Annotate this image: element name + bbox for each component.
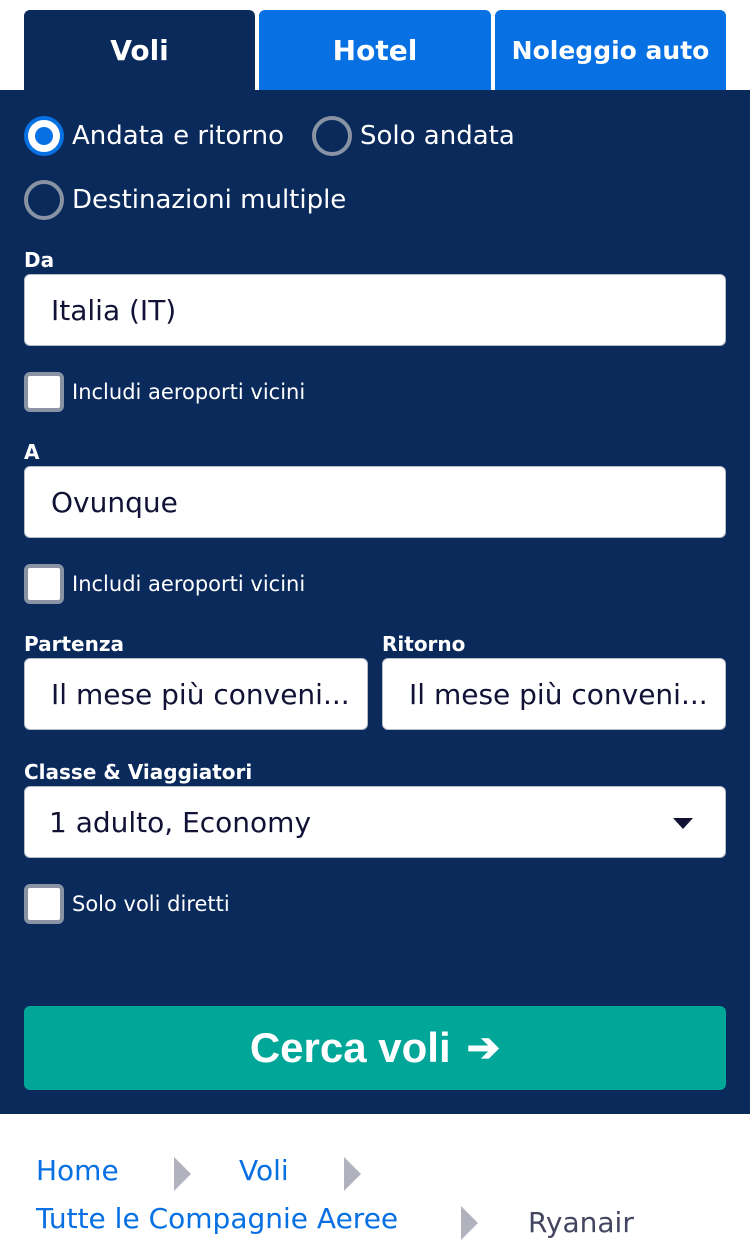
to-nearby-airports-checkbox[interactable]: Includi aeroporti vicini bbox=[24, 564, 305, 604]
depart-date-input[interactable]: Il mese più conveni... bbox=[24, 658, 368, 730]
radio-one-way-label: Solo andata bbox=[360, 121, 515, 151]
from-label: Da bbox=[24, 248, 55, 272]
radio-round-trip-label: Andata e ritorno bbox=[72, 121, 284, 151]
to-input[interactable]: Ovunque bbox=[24, 466, 726, 538]
breadcrumb-home-link[interactable]: Home bbox=[36, 1154, 119, 1187]
chevron-right-icon bbox=[344, 1157, 361, 1191]
search-flights-label: Cerca voli bbox=[249, 1024, 451, 1071]
chevron-right-icon bbox=[174, 1157, 191, 1191]
checkbox-icon bbox=[24, 884, 64, 924]
return-label: Ritorno bbox=[382, 632, 466, 656]
breadcrumb-current-page: Ryanair bbox=[528, 1206, 634, 1239]
from-input[interactable]: Italia (IT) bbox=[24, 274, 726, 346]
radio-selected-icon bbox=[24, 116, 64, 156]
direct-flights-label: Solo voli diretti bbox=[72, 892, 230, 916]
search-tabs: Voli Hotel Noleggio auto bbox=[0, 0, 750, 90]
from-nearby-airports-label: Includi aeroporti vicini bbox=[72, 380, 306, 404]
cabin-travellers-value: 1 adulto, Economy bbox=[49, 805, 312, 839]
to-label: A bbox=[24, 440, 40, 464]
from-nearby-airports-checkbox[interactable]: Includi aeroporti vicini bbox=[24, 372, 305, 412]
tab-flights[interactable]: Voli bbox=[24, 10, 255, 90]
tab-hotels[interactable]: Hotel bbox=[259, 10, 491, 90]
direct-flights-checkbox[interactable]: Solo voli diretti bbox=[24, 884, 230, 924]
checkbox-icon bbox=[24, 372, 64, 412]
return-date-input[interactable]: Il mese più conveni... bbox=[382, 658, 726, 730]
cabin-travellers-label: Classe & Viaggiatori bbox=[24, 760, 253, 784]
depart-label: Partenza bbox=[24, 632, 124, 656]
chevron-right-icon bbox=[461, 1206, 478, 1240]
breadcrumb-flights-link[interactable]: Voli bbox=[239, 1154, 289, 1187]
checkbox-icon bbox=[24, 564, 64, 604]
radio-unselected-icon bbox=[24, 180, 64, 220]
radio-unselected-icon bbox=[312, 116, 352, 156]
radio-one-way[interactable]: Solo andata bbox=[312, 116, 515, 156]
radio-multi-city[interactable]: Destinazioni multiple bbox=[24, 180, 346, 220]
tab-car-hire[interactable]: Noleggio auto bbox=[495, 10, 726, 90]
search-flights-button[interactable]: Cerca voli ➔ bbox=[24, 1006, 726, 1090]
cabin-travellers-select[interactable]: 1 adulto, Economy bbox=[24, 786, 726, 858]
chevron-down-icon bbox=[673, 818, 693, 829]
arrow-right-icon: ➔ bbox=[466, 1026, 501, 1070]
radio-round-trip[interactable]: Andata e ritorno bbox=[24, 116, 284, 156]
to-nearby-airports-label: Includi aeroporti vicini bbox=[72, 572, 306, 596]
breadcrumb-all-airlines-link[interactable]: Tutte le Compagnie Aeree bbox=[36, 1202, 398, 1235]
radio-multi-city-label: Destinazioni multiple bbox=[72, 185, 347, 215]
